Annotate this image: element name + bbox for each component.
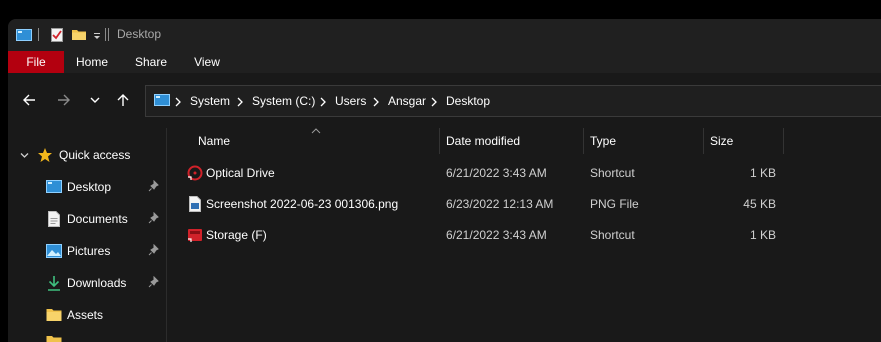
file-list: Name Date modified Type Size Optical Dri… bbox=[168, 128, 881, 342]
tab-file[interactable]: File bbox=[8, 51, 64, 73]
arrow-right-icon bbox=[58, 94, 70, 106]
pictures-icon bbox=[46, 244, 62, 258]
sidebar-item-pictures[interactable]: Pictures bbox=[8, 238, 166, 264]
navigation-pane: Quick access Desktop Documents Pictures … bbox=[8, 128, 167, 342]
tab-home[interactable]: Home bbox=[70, 51, 114, 73]
folder-icon bbox=[46, 309, 62, 321]
chevron-down-icon[interactable] bbox=[20, 151, 29, 160]
file-name: Optical Drive bbox=[206, 166, 275, 180]
chevron-right-icon[interactable] bbox=[371, 96, 381, 108]
breadcrumb-desktop[interactable]: Desktop bbox=[446, 94, 490, 108]
address-bar[interactable]: System System (C:) Users Ansgar Desktop bbox=[145, 85, 881, 117]
file-type: PNG File bbox=[590, 197, 639, 211]
star-icon bbox=[38, 148, 52, 162]
breadcrumb-users[interactable]: Users bbox=[335, 94, 366, 108]
column-header-size[interactable]: Size bbox=[704, 128, 784, 154]
new-folder-icon[interactable] bbox=[71, 27, 87, 43]
file-row-screenshot[interactable]: Screenshot 2022-06-23 001306.png 6/23/20… bbox=[168, 190, 881, 218]
sidebar-item-desktop[interactable]: Desktop bbox=[8, 174, 166, 200]
column-header-date[interactable]: Date modified bbox=[440, 128, 584, 154]
arrow-up-icon bbox=[117, 94, 129, 106]
file-size: 1 KB bbox=[749, 166, 776, 180]
sidebar-item-label: Pictures bbox=[67, 244, 111, 258]
pin-icon bbox=[148, 244, 159, 256]
tab-share[interactable]: Share bbox=[128, 51, 174, 73]
customize-toolbar-icon[interactable] bbox=[92, 27, 102, 43]
chevron-right-icon[interactable] bbox=[429, 96, 439, 108]
png-file-icon bbox=[189, 196, 201, 212]
title-bar: Desktop bbox=[8, 19, 881, 51]
title-separator bbox=[108, 28, 109, 41]
breadcrumb-drive[interactable]: System (C:) bbox=[252, 94, 315, 108]
sidebar-item-label: Quick access bbox=[59, 148, 131, 162]
file-row-storage[interactable]: Storage (F) 6/21/2022 3:43 AM Shortcut 1… bbox=[168, 221, 881, 249]
file-date: 6/23/2022 12:13 AM bbox=[446, 197, 554, 211]
back-button[interactable] bbox=[18, 89, 40, 111]
sidebar-item-label: Documents bbox=[67, 212, 128, 226]
title-separator bbox=[105, 28, 106, 41]
properties-icon[interactable] bbox=[49, 27, 65, 43]
sidebar-item-label: Assets bbox=[67, 308, 104, 322]
file-name: Screenshot 2022-06-23 001306.png bbox=[206, 197, 399, 211]
column-header-name[interactable]: Name bbox=[192, 128, 440, 154]
recent-locations-button[interactable] bbox=[84, 89, 106, 111]
sidebar-item-assets[interactable]: Assets bbox=[8, 302, 166, 328]
up-button[interactable] bbox=[112, 89, 134, 111]
file-date: 6/21/2022 3:43 AM bbox=[446, 166, 547, 180]
chevron-right-icon bbox=[175, 97, 181, 107]
storage-shortcut-icon bbox=[188, 229, 202, 242]
window-title: Desktop bbox=[117, 27, 162, 41]
sidebar-item-label: Desktop bbox=[67, 180, 112, 194]
breadcrumb-system[interactable]: System bbox=[190, 94, 230, 108]
title-separator bbox=[38, 28, 39, 41]
sidebar-item-quick-access[interactable]: Quick access bbox=[8, 142, 166, 168]
computer-icon bbox=[154, 94, 170, 106]
explorer-window: Desktop File Home Share View System Syst… bbox=[8, 19, 881, 342]
pin-icon bbox=[148, 276, 159, 288]
chevron-right-icon[interactable] bbox=[318, 96, 328, 108]
pin-icon bbox=[148, 180, 159, 192]
arrow-left-icon bbox=[23, 94, 35, 106]
document-icon bbox=[48, 211, 60, 227]
download-icon bbox=[48, 276, 60, 291]
optical-drive-shortcut-icon bbox=[187, 165, 203, 181]
sidebar-item-downloads[interactable]: Downloads bbox=[8, 270, 166, 296]
forward-button[interactable] bbox=[53, 89, 75, 111]
file-row-optical-drive[interactable]: Optical Drive 6/21/2022 3:43 AM Shortcut… bbox=[168, 159, 881, 187]
file-size: 1 KB bbox=[749, 228, 776, 242]
file-type: Shortcut bbox=[590, 228, 635, 242]
chevron-down-icon bbox=[90, 97, 100, 103]
sidebar-item-label: Downloads bbox=[67, 276, 127, 290]
file-size: 45 KB bbox=[743, 197, 776, 211]
sidebar-item-documents[interactable]: Documents bbox=[8, 206, 166, 232]
folder-icon[interactable] bbox=[46, 332, 62, 342]
pin-icon bbox=[148, 212, 159, 224]
navigation-bar: System System (C:) Users Ansgar Desktop bbox=[8, 73, 881, 128]
file-name: Storage (F) bbox=[206, 228, 267, 242]
chevron-right-icon[interactable] bbox=[235, 96, 245, 108]
file-date: 6/21/2022 3:43 AM bbox=[446, 228, 547, 242]
breadcrumb-user[interactable]: Ansgar bbox=[388, 94, 426, 108]
tab-view[interactable]: View bbox=[186, 51, 228, 73]
file-type: Shortcut bbox=[590, 166, 635, 180]
desktop-folder-icon bbox=[46, 180, 62, 193]
ribbon-tabs: File Home Share View bbox=[8, 51, 881, 73]
column-header-type[interactable]: Type bbox=[584, 128, 704, 154]
explorer-app-icon[interactable] bbox=[16, 27, 32, 43]
